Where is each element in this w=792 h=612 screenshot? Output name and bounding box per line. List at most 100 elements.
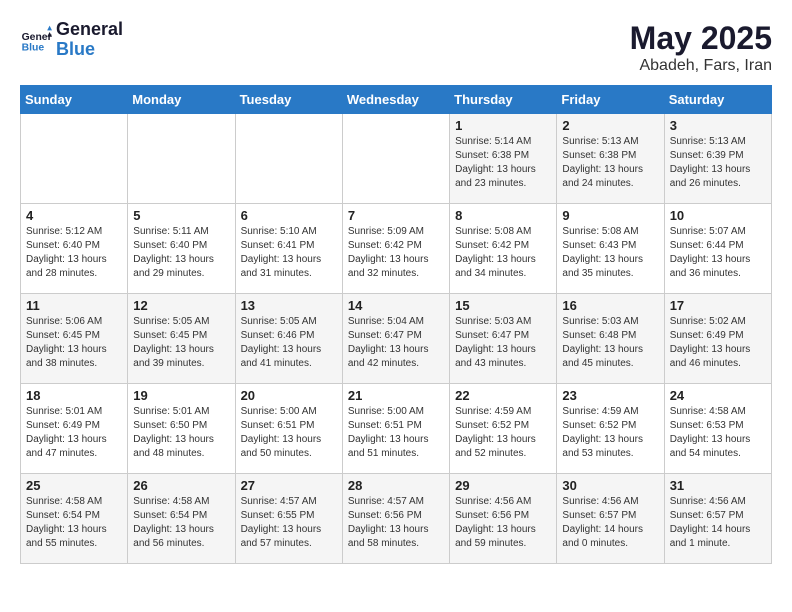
day-number: 8 xyxy=(455,208,551,223)
calendar-cell: 10 Sunrise: 5:07 AM Sunset: 6:44 PM Dayli… xyxy=(664,204,771,294)
svg-text:Blue: Blue xyxy=(22,42,45,53)
day-number: 30 xyxy=(562,478,658,493)
calendar-cell xyxy=(342,114,449,204)
day-header-friday: Friday xyxy=(557,86,664,114)
calendar-cell: 16Sunrise: 5:03 AM Sunset: 6:48 PM Dayli… xyxy=(557,294,664,384)
calendar-week-5: 25 Sunrise: 4:58 AM Sunset: 6:54 PM Dayli… xyxy=(21,474,772,564)
calendar-cell: 19Sunrise: 5:01 AM Sunset: 6:50 PM Dayli… xyxy=(128,384,235,474)
cell-content: Sunrise: 5:04 AM Sunset: 6:47 PM Dayligh… xyxy=(348,315,444,371)
day-header-saturday: Saturday xyxy=(664,86,771,114)
day-number: 31 xyxy=(670,478,766,493)
calendar-week-3: 11 Sunrise: 5:06 AM Sunset: 6:45 PM Dayli… xyxy=(21,294,772,384)
day-number: 22 xyxy=(455,388,551,403)
calendar-cell: 18 Sunrise: 5:01 AM Sunset: 6:49 PM Dayli… xyxy=(21,384,128,474)
cell-content: Sunrise: 4:58 AM Sunset: 6:54 PM Dayligh… xyxy=(133,495,229,551)
month-title: May 2025 xyxy=(630,20,772,57)
calendar-cell: 15Sunrise: 5:03 AM Sunset: 6:47 PM Dayli… xyxy=(450,294,557,384)
cell-content: Sunrise: 4:59 AM Sunset: 6:52 PM Dayligh… xyxy=(562,405,658,461)
cell-content: Sunrise: 5:13 AM Sunset: 6:39 PM Dayligh… xyxy=(670,135,766,191)
cell-content: Sunrise: 5:08 AM Sunset: 6:43 PM Dayligh… xyxy=(562,225,658,281)
day-number: 18 xyxy=(26,388,122,403)
day-number: 27 xyxy=(241,478,337,493)
cell-content: Sunrise: 5:10 AM Sunset: 6:41 PM Dayligh… xyxy=(241,225,337,281)
calendar-cell: 31 Sunrise: 4:56 AM Sunset: 6:57 PM Dayli… xyxy=(664,474,771,564)
cell-content: Sunrise: 4:57 AM Sunset: 6:56 PM Dayligh… xyxy=(348,495,444,551)
calendar-body: 1 Sunrise: 5:14 AM Sunset: 6:38 PM Daylig… xyxy=(21,114,772,564)
day-number: 1 xyxy=(455,118,551,133)
day-number: 14 xyxy=(348,298,444,313)
cell-content: Sunrise: 4:56 AM Sunset: 6:57 PM Dayligh… xyxy=(670,495,766,551)
cell-content: Sunrise: 5:05 AM Sunset: 6:46 PM Dayligh… xyxy=(241,315,337,371)
day-number: 15 xyxy=(455,298,551,313)
calendar-cell: 12Sunrise: 5:05 AM Sunset: 6:45 PM Dayli… xyxy=(128,294,235,384)
cell-content: Sunrise: 5:01 AM Sunset: 6:49 PM Dayligh… xyxy=(26,405,122,461)
calendar-cell xyxy=(21,114,128,204)
logo: General Blue General Blue xyxy=(20,20,123,60)
cell-content: Sunrise: 5:07 AM Sunset: 6:44 PM Dayligh… xyxy=(670,225,766,281)
calendar-cell: 13 Sunrise: 5:05 AM Sunset: 6:46 PM Dayli… xyxy=(235,294,342,384)
calendar-cell: 1 Sunrise: 5:14 AM Sunset: 6:38 PM Daylig… xyxy=(450,114,557,204)
cell-content: Sunrise: 5:14 AM Sunset: 6:38 PM Dayligh… xyxy=(455,135,551,191)
day-header-wednesday: Wednesday xyxy=(342,86,449,114)
calendar-cell: 22 Sunrise: 4:59 AM Sunset: 6:52 PM Dayli… xyxy=(450,384,557,474)
cell-content: Sunrise: 4:59 AM Sunset: 6:52 PM Dayligh… xyxy=(455,405,551,461)
calendar-header-row: SundayMondayTuesdayWednesdayThursdayFrid… xyxy=(21,86,772,114)
calendar-cell: 8 Sunrise: 5:08 AM Sunset: 6:42 PM Daylig… xyxy=(450,204,557,294)
day-number: 26 xyxy=(133,478,229,493)
cell-content: Sunrise: 5:03 AM Sunset: 6:48 PM Dayligh… xyxy=(562,315,658,371)
cell-content: Sunrise: 4:57 AM Sunset: 6:55 PM Dayligh… xyxy=(241,495,337,551)
day-number: 7 xyxy=(348,208,444,223)
cell-content: Sunrise: 4:56 AM Sunset: 6:56 PM Dayligh… xyxy=(455,495,551,551)
day-number: 29 xyxy=(455,478,551,493)
day-number: 11 xyxy=(26,298,122,313)
cell-content: Sunrise: 5:00 AM Sunset: 6:51 PM Dayligh… xyxy=(348,405,444,461)
calendar-week-2: 4 Sunrise: 5:12 AM Sunset: 6:40 PM Daylig… xyxy=(21,204,772,294)
day-number: 17 xyxy=(670,298,766,313)
cell-content: Sunrise: 4:58 AM Sunset: 6:53 PM Dayligh… xyxy=(670,405,766,461)
day-number: 24 xyxy=(670,388,766,403)
day-number: 13 xyxy=(241,298,337,313)
calendar-cell: 27 Sunrise: 4:57 AM Sunset: 6:55 PM Dayli… xyxy=(235,474,342,564)
calendar-cell: 17 Sunrise: 5:02 AM Sunset: 6:49 PM Dayli… xyxy=(664,294,771,384)
day-number: 25 xyxy=(26,478,122,493)
calendar-week-4: 18 Sunrise: 5:01 AM Sunset: 6:49 PM Dayli… xyxy=(21,384,772,474)
cell-content: Sunrise: 5:12 AM Sunset: 6:40 PM Dayligh… xyxy=(26,225,122,281)
calendar-table: SundayMondayTuesdayWednesdayThursdayFrid… xyxy=(20,85,772,564)
location-subtitle: Abadeh, Fars, Iran xyxy=(630,57,772,75)
day-header-sunday: Sunday xyxy=(21,86,128,114)
cell-content: Sunrise: 5:11 AM Sunset: 6:40 PM Dayligh… xyxy=(133,225,229,281)
calendar-cell: 3 Sunrise: 5:13 AM Sunset: 6:39 PM Daylig… xyxy=(664,114,771,204)
cell-content: Sunrise: 5:08 AM Sunset: 6:42 PM Dayligh… xyxy=(455,225,551,281)
day-number: 3 xyxy=(670,118,766,133)
cell-content: Sunrise: 4:58 AM Sunset: 6:54 PM Dayligh… xyxy=(26,495,122,551)
day-number: 12 xyxy=(133,298,229,313)
calendar-cell: 25 Sunrise: 4:58 AM Sunset: 6:54 PM Dayli… xyxy=(21,474,128,564)
calendar-cell: 30 Sunrise: 4:56 AM Sunset: 6:57 PM Dayli… xyxy=(557,474,664,564)
calendar-cell: 26 Sunrise: 4:58 AM Sunset: 6:54 PM Dayli… xyxy=(128,474,235,564)
calendar-cell: 7 Sunrise: 5:09 AM Sunset: 6:42 PM Daylig… xyxy=(342,204,449,294)
cell-content: Sunrise: 4:56 AM Sunset: 6:57 PM Dayligh… xyxy=(562,495,658,551)
day-number: 23 xyxy=(562,388,658,403)
cell-content: Sunrise: 5:02 AM Sunset: 6:49 PM Dayligh… xyxy=(670,315,766,371)
day-number: 10 xyxy=(670,208,766,223)
day-number: 9 xyxy=(562,208,658,223)
calendar-cell: 28 Sunrise: 4:57 AM Sunset: 6:56 PM Dayli… xyxy=(342,474,449,564)
day-number: 4 xyxy=(26,208,122,223)
day-header-thursday: Thursday xyxy=(450,86,557,114)
calendar-cell: 23 Sunrise: 4:59 AM Sunset: 6:52 PM Dayli… xyxy=(557,384,664,474)
calendar-cell xyxy=(128,114,235,204)
day-number: 5 xyxy=(133,208,229,223)
calendar-cell xyxy=(235,114,342,204)
cell-content: Sunrise: 5:13 AM Sunset: 6:38 PM Dayligh… xyxy=(562,135,658,191)
title-block: May 2025 Abadeh, Fars, Iran xyxy=(630,20,772,75)
cell-content: Sunrise: 5:06 AM Sunset: 6:45 PM Dayligh… xyxy=(26,315,122,371)
day-number: 28 xyxy=(348,478,444,493)
calendar-cell: 20Sunrise: 5:00 AM Sunset: 6:51 PM Dayli… xyxy=(235,384,342,474)
day-number: 2 xyxy=(562,118,658,133)
cell-content: Sunrise: 5:09 AM Sunset: 6:42 PM Dayligh… xyxy=(348,225,444,281)
calendar-cell: 4 Sunrise: 5:12 AM Sunset: 6:40 PM Daylig… xyxy=(21,204,128,294)
svg-text:General: General xyxy=(22,32,52,43)
day-number: 20 xyxy=(241,388,337,403)
calendar-cell: 2 Sunrise: 5:13 AM Sunset: 6:38 PM Daylig… xyxy=(557,114,664,204)
calendar-cell: 21Sunrise: 5:00 AM Sunset: 6:51 PM Dayli… xyxy=(342,384,449,474)
